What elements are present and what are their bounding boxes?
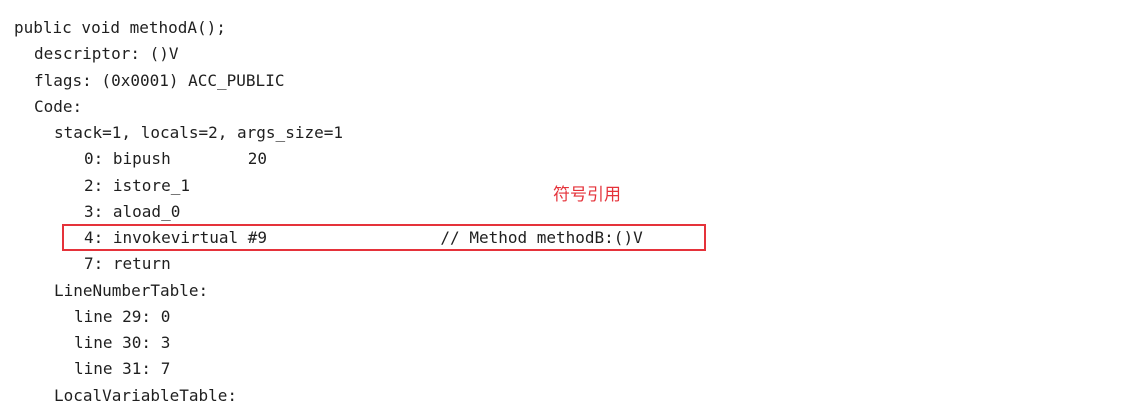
local-variable-table-header: LocalVariableTable: (54, 386, 238, 405)
instruction-line: 3: aload_0 (84, 202, 181, 221)
code-section-header: Code: (34, 97, 83, 116)
instruction-line: 0: bipush 20 (84, 149, 268, 168)
instruction-line: 2: istore_1 (84, 176, 190, 195)
method-descriptor: descriptor: ()V (34, 44, 179, 63)
line-number-entry: line 31: 7 (74, 359, 171, 378)
line-number-entry: line 29: 0 (74, 307, 171, 326)
method-signature: public void methodA(); (14, 18, 226, 37)
symbolic-reference-highlight-box (62, 224, 706, 251)
instruction-line: 7: return (84, 254, 171, 273)
line-number-table-header: LineNumberTable: (54, 281, 209, 300)
method-flags: flags: (0x0001) ACC_PUBLIC (34, 71, 285, 90)
bytecode-listing: public void methodA(); descriptor: ()V f… (0, 0, 1128, 417)
symbolic-reference-annotation: 符号引用 (553, 185, 621, 205)
line-number-entry: line 30: 3 (74, 333, 171, 352)
stack-info: stack=1, locals=2, args_size=1 (54, 123, 343, 142)
